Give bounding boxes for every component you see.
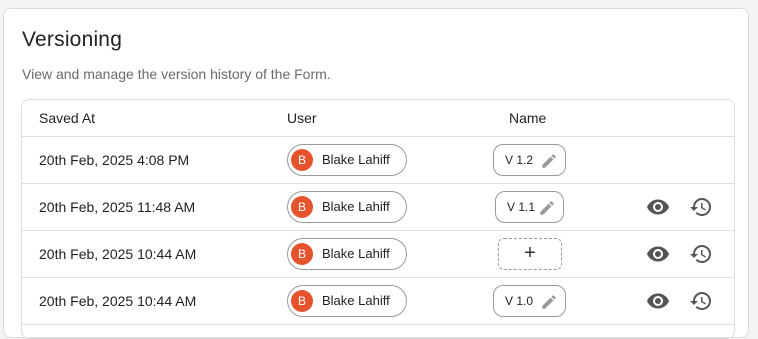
version-name: V 1.0	[505, 294, 534, 308]
version-name-button[interactable]: V 1.0	[493, 285, 566, 317]
versioning-card: Versioning View and manage the version h…	[3, 8, 749, 339]
table-row: 20th Feb, 2025 10:44 AM B Blake Lahiff +	[22, 231, 734, 278]
header-name: Name	[509, 110, 547, 126]
version-name-button[interactable]: V 1.1	[495, 191, 564, 223]
avatar: B	[291, 290, 313, 312]
user-chip: B Blake Lahiff	[287, 238, 407, 270]
avatar: B	[291, 243, 313, 265]
history-restore-icon[interactable]	[689, 195, 713, 219]
user-chip: B Blake Lahiff	[287, 285, 407, 317]
user-name: Blake Lahiff	[322, 199, 390, 214]
version-name-button[interactable]: V 1.2	[493, 144, 566, 176]
saved-at-cell: 20th Feb, 2025 4:08 PM	[39, 152, 190, 168]
avatar: B	[291, 196, 313, 218]
eye-icon[interactable]	[646, 289, 670, 313]
table-header: Saved At User Name	[22, 100, 734, 137]
pencil-icon	[542, 295, 556, 309]
table-row: 20th Feb, 2025 10:44 AM B Blake Lahiff V…	[22, 278, 734, 325]
page-title: Versioning	[22, 28, 123, 51]
header-user: User	[287, 110, 317, 126]
user-chip: B Blake Lahiff	[287, 191, 407, 223]
version-name: V 1.1	[507, 200, 536, 214]
header-saved-at: Saved At	[39, 110, 96, 126]
user-name: Blake Lahiff	[322, 152, 390, 167]
pencil-icon	[540, 201, 554, 215]
saved-at-cell: 20th Feb, 2025 10:44 AM	[39, 246, 197, 262]
version-name: V 1.2	[505, 153, 534, 167]
eye-icon[interactable]	[646, 242, 670, 266]
saved-at-cell: 20th Feb, 2025 10:44 AM	[39, 293, 197, 309]
table-row: 20th Feb, 2025 4:08 PM B Blake Lahiff V …	[22, 137, 734, 184]
versions-table: Saved At User Name 20th Feb, 2025 4:08 P…	[21, 99, 735, 339]
add-version-name-button[interactable]: +	[498, 238, 562, 270]
saved-at-cell: 20th Feb, 2025 11:48 AM	[39, 199, 196, 215]
history-restore-icon[interactable]	[689, 242, 713, 266]
table-row: 20th Feb, 2025 11:48 AM B Blake Lahiff V…	[22, 184, 734, 231]
user-name: Blake Lahiff	[322, 293, 390, 308]
user-chip: B Blake Lahiff	[287, 144, 407, 176]
eye-icon[interactable]	[646, 195, 670, 219]
user-name: Blake Lahiff	[322, 246, 390, 261]
pencil-icon	[542, 154, 556, 168]
avatar: B	[291, 149, 313, 171]
history-restore-icon[interactable]	[689, 289, 713, 313]
page-subtitle: View and manage the version history of t…	[22, 66, 331, 82]
